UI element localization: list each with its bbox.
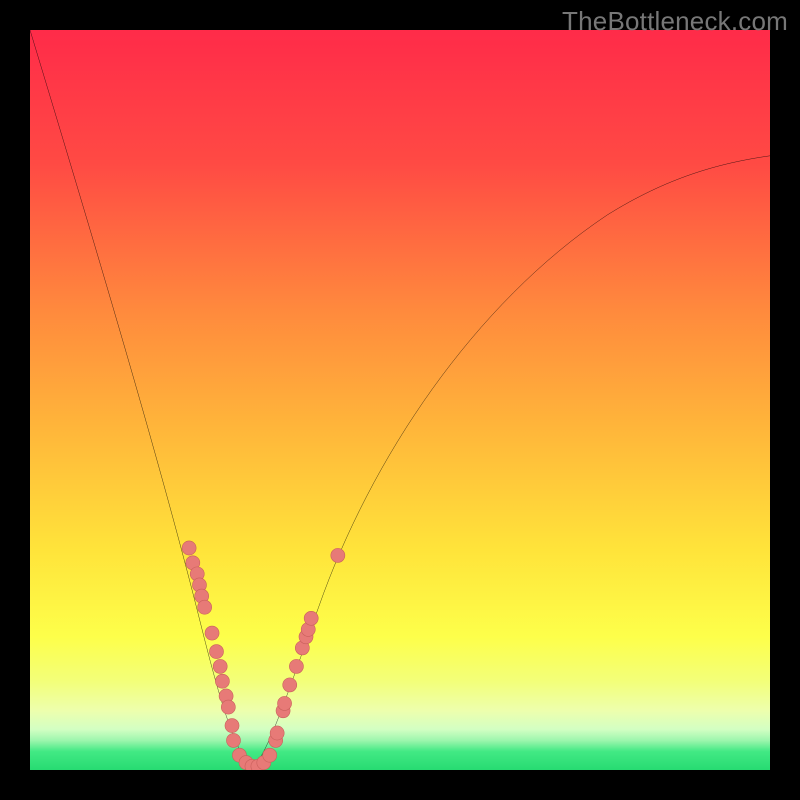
scatter-points	[182, 541, 345, 770]
scatter-layer	[30, 30, 770, 770]
plot-area	[30, 30, 770, 770]
chart-frame: TheBottleneck.com	[0, 0, 800, 800]
watermark-text: TheBottleneck.com	[562, 6, 788, 37]
